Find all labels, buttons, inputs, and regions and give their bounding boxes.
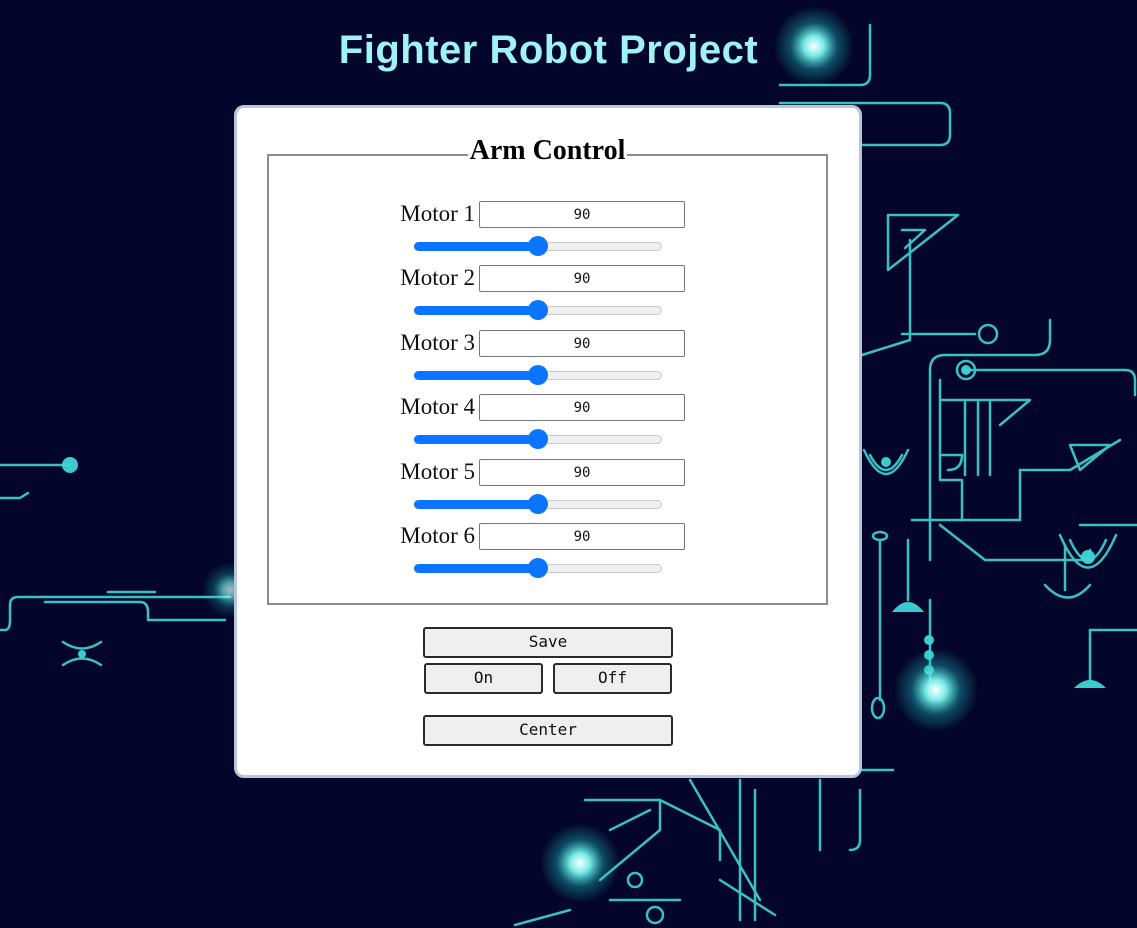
slider-fill (414, 500, 538, 509)
motor-row-6: Motor 6 (269, 522, 826, 586)
slider-thumb[interactable] (528, 300, 548, 320)
slider-fill (414, 435, 538, 444)
motor-5-value-input[interactable] (479, 459, 685, 486)
center-button[interactable]: Center (423, 715, 673, 746)
page-title: Fighter Robot Project (338, 28, 759, 72)
motor-2-value-input[interactable] (479, 265, 685, 292)
motor-label: Motor 5 (400, 459, 475, 484)
motor-row-5: Motor 5 (269, 458, 826, 522)
motor-4-value-input[interactable] (479, 394, 685, 421)
motor-1-value-input[interactable] (479, 201, 685, 228)
motor-3-slider[interactable] (414, 365, 664, 385)
slider-fill (414, 564, 538, 573)
motor-label: Motor 6 (400, 523, 475, 548)
arm-control-fieldset: Arm Control Motor 1 Motor 2 Motor 3 (267, 135, 828, 605)
motor-label: Motor 3 (400, 330, 475, 355)
slider-thumb[interactable] (528, 494, 548, 514)
slider-thumb[interactable] (528, 236, 548, 256)
motor-1-slider[interactable] (414, 236, 664, 256)
motor-row-4: Motor 4 (269, 393, 826, 457)
motor-4-slider[interactable] (414, 429, 664, 449)
motor-label: Motor 4 (400, 394, 475, 419)
motor-row-1: Motor 1 (269, 200, 826, 264)
motor-row-2: Motor 2 (269, 264, 826, 328)
slider-fill (414, 371, 538, 380)
slider-fill (414, 242, 538, 251)
slider-thumb[interactable] (528, 429, 548, 449)
save-button[interactable]: Save (423, 627, 673, 658)
motor-5-slider[interactable] (414, 494, 664, 514)
motor-6-value-input[interactable] (479, 523, 685, 550)
motor-2-slider[interactable] (414, 300, 664, 320)
arm-control-panel: Arm Control Motor 1 Motor 2 Motor 3 (234, 105, 862, 778)
arm-control-title: Arm Control (467, 135, 628, 166)
slider-thumb[interactable] (528, 558, 548, 578)
fieldset-legend: Arm Control (269, 135, 826, 167)
motor-label: Motor 1 (400, 201, 475, 226)
motor-3-value-input[interactable] (479, 330, 685, 357)
slider-fill (414, 306, 538, 315)
slider-thumb[interactable] (528, 365, 548, 385)
motor-label: Motor 2 (400, 265, 475, 290)
on-button[interactable]: On (424, 663, 543, 694)
motor-6-slider[interactable] (414, 558, 664, 578)
off-button[interactable]: Off (553, 663, 672, 694)
motor-row-3: Motor 3 (269, 329, 826, 393)
